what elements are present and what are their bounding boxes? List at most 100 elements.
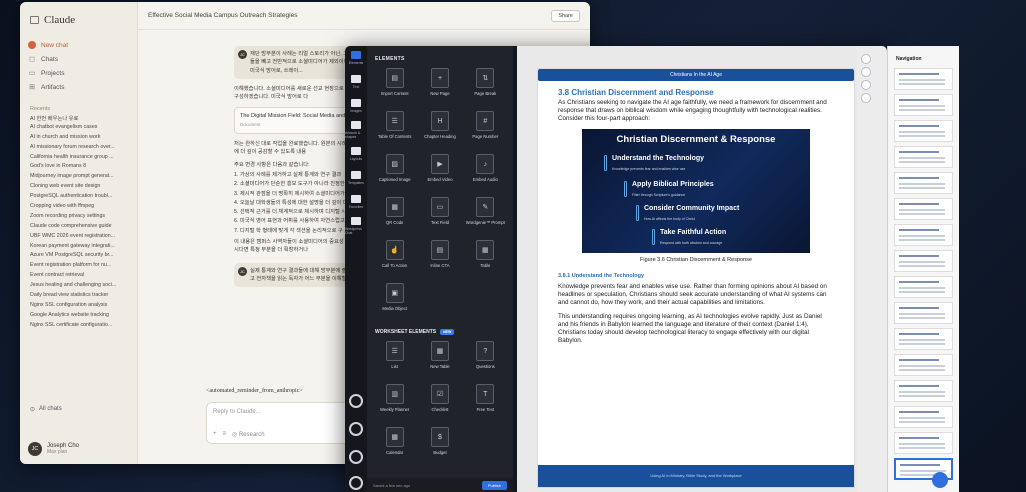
element-tile[interactable]: # Page Number [466,111,505,149]
element-tile[interactable]: ▣ Media Object [375,283,414,321]
element-tile[interactable]: ▦ Table [466,240,505,278]
page-thumbnail[interactable] [894,354,953,376]
help-icon[interactable] [349,394,363,408]
rail-item[interactable]: Favorites [345,190,367,214]
element-tile[interactable]: ☝ Call To Action [375,240,414,278]
element-tile[interactable]: ▤ Import Content [375,68,414,106]
recent-chat-item[interactable]: Midjourney image prompt generat... [30,173,134,183]
rail-item[interactable]: Wordpress Chat [345,214,367,238]
element-tile[interactable]: ▨ Captioned Image [375,154,414,192]
recent-chat-item[interactable]: Azure VM PostgreSQL security br... [30,252,134,262]
comment-icon[interactable] [861,54,871,64]
recent-chat-item[interactable]: AI in church and mission work [30,134,134,144]
element-tile[interactable]: ▥ Weekly Planner [375,384,414,422]
recent-chat-item[interactable]: Zoom recording privacy settings [30,213,134,223]
page-thumbnail[interactable] [894,172,953,194]
element-tile[interactable]: ☰ List [375,341,414,379]
projects-link[interactable]: ▭ Projects [28,66,132,80]
recent-chat-item[interactable]: Claude code comprehensive guide [30,223,134,233]
element-tile[interactable]: ▶ Embed Video [420,154,459,192]
page-thumbnail[interactable] [894,146,953,168]
all-chats-label: All chats [39,406,62,412]
artifacts-icon: ⊞ [29,84,35,91]
page-thumbnail[interactable] [894,302,953,324]
ebook-page[interactable]: Christians In the AI Age 3.8 Christian D… [537,68,855,488]
settings-icon[interactable]: ≡ [223,431,227,438]
element-tile[interactable]: ✎ Wordgenie™ Prompt [466,197,505,235]
info-icon[interactable] [861,93,871,103]
rail-item[interactable]: Text [345,70,367,94]
element-tile[interactable]: ▤ Inline CTA [420,240,459,278]
section-title: 3.8 Christian Discernment and Response [558,88,714,97]
recent-chat-item[interactable]: AI 한번 배우는나 유료 [30,114,134,124]
page-thumbnail[interactable] [894,68,953,90]
element-tile[interactable]: ▦ QR Code [375,197,414,235]
user-menu[interactable]: JC Joseph Cho Max plan [28,442,79,456]
artifacts-link[interactable]: ⊞ Artifacts [28,80,132,94]
reminder-text: <automated_reminder_from_anthropic> [206,388,303,394]
rail-item[interactable]: Elements [345,46,367,70]
recent-chat-item[interactable]: Jesus healing and challenging soci... [30,282,134,292]
elements-grid: ▤ Import Content + New Page ⇅ Page Break ☰ Tabl… [367,68,513,321]
page-thumbnail[interactable] [894,406,953,428]
page-thumbnail[interactable] [894,276,953,298]
rail-item[interactable]: Images [345,94,367,118]
page-thumbnail[interactable] [894,380,953,402]
page-thumbnail[interactable] [894,198,953,220]
conversation-title[interactable]: Effective Social Media Campus Outreach S… [148,12,297,19]
element-tile[interactable]: H Chapter Heading [420,111,459,149]
page-thumbnail[interactable] [894,120,953,142]
element-tile[interactable]: ▦ New Table [420,341,459,379]
page-thumbnail[interactable] [894,224,953,246]
recent-chat-item[interactable]: UBF WMC 2026 event registration... [30,233,134,243]
recent-chat-item[interactable]: Nginx SSL certificate configuratio... [30,322,134,332]
page-thumbnail[interactable] [894,94,953,116]
recent-chat-item[interactable]: AI missionary forum research over... [30,144,134,154]
history-icon[interactable] [861,67,871,77]
research-button[interactable]: ◎ Research [232,431,265,438]
element-tile[interactable]: T Free Text [466,384,505,422]
recent-chat-item[interactable]: Google Analytics website tracking [30,312,134,322]
recent-chat-item[interactable]: California health insurance group ... [30,154,134,164]
subsection-title: 3.8.1 Understand the Technology [558,273,645,279]
recent-chat-item[interactable]: Korean payment gateway integrati... [30,243,134,253]
zoom-icon[interactable] [861,80,871,90]
recent-chat-item[interactable]: Daily bread view statistics tracker [30,292,134,302]
discernment-figure[interactable]: Christian Discernment & Response Underst… [582,129,810,253]
element-tile[interactable]: $ Budget [420,427,459,465]
element-tile[interactable]: + New Page [420,68,459,106]
element-tile[interactable]: ? Questions [466,341,505,379]
recent-chat-item[interactable]: God's love in Romans 8 [30,163,134,173]
settings-icon[interactable] [349,422,363,436]
share-button[interactable]: Share [551,9,580,22]
rail-item[interactable]: Templates [345,166,367,190]
new-chat-button[interactable]: New chat [28,38,132,52]
element-tile[interactable]: ⇅ Page Break [466,68,505,106]
page-thumbnail[interactable] [894,432,953,454]
chat-bubble-icon[interactable] [932,472,948,488]
element-tile[interactable]: ▦ Calendar [375,427,414,465]
publish-button[interactable]: Publish [481,480,507,490]
recent-chat-item[interactable]: Event contract retrieval [30,272,134,282]
element-tile[interactable]: ☰ Table Of Contents [375,111,414,149]
element-label: Calendar [386,450,404,455]
element-tile[interactable]: ♪ Embed Audio [466,154,505,192]
element-tile[interactable]: ▭ Text Field [420,197,459,235]
page-thumbnail[interactable] [894,250,953,272]
notifications-icon[interactable] [349,450,363,464]
rail-item[interactable]: Artwork & shapes [345,118,367,142]
add-icon[interactable]: + [213,431,217,438]
all-chats-link[interactable]: ⊙ All chats [30,406,62,413]
recent-chat-item[interactable]: Event registration platform for nu... [30,262,134,272]
recent-chat-item[interactable]: Nginx SSL configuration analysis [30,302,134,312]
page-thumbnail[interactable] [894,328,953,350]
chats-link[interactable]: ◻ Chats [28,52,132,66]
sidebar-toggle-icon[interactable] [30,16,39,24]
recent-chat-item[interactable]: Cropping video with ffmpeg [30,203,134,213]
account-icon[interactable] [349,476,363,490]
recent-chat-item[interactable]: PostgreSQL authentication troubl... [30,193,134,203]
recent-chat-item[interactable]: AI chatbot evangelism cases [30,124,134,134]
rail-item[interactable]: Layouts [345,142,367,166]
element-tile[interactable]: ☑ Checklist [420,384,459,422]
recent-chat-item[interactable]: Cloning web event site design [30,183,134,193]
